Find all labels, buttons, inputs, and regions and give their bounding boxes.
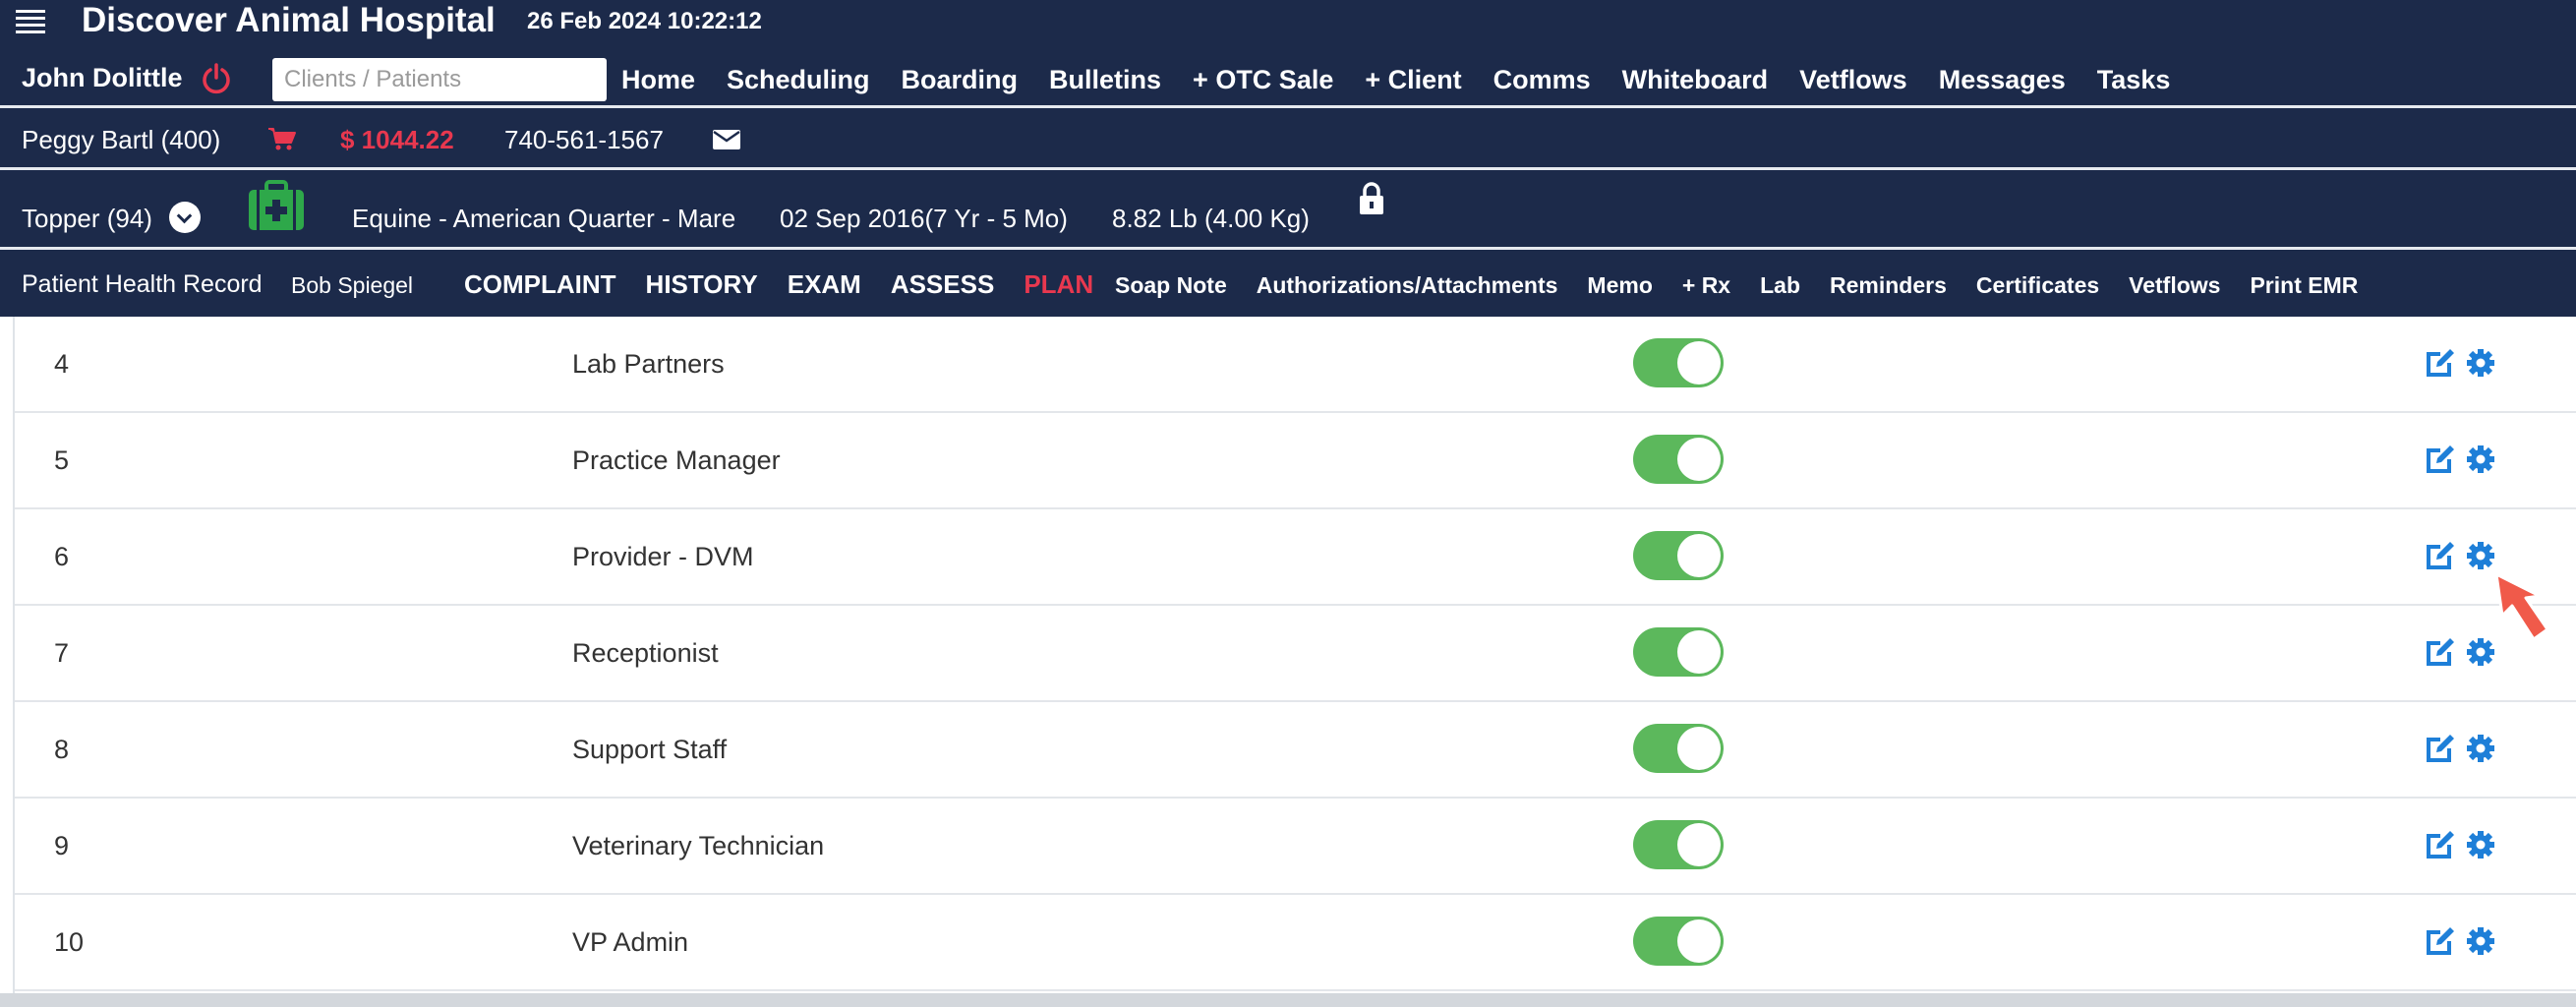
cart-icon[interactable] bbox=[267, 126, 297, 151]
table-row: 8 Support Staff bbox=[15, 702, 2576, 799]
nav-tasks[interactable]: Tasks bbox=[2097, 64, 2171, 95]
active-toggle[interactable] bbox=[1633, 820, 1724, 869]
row-number: 7 bbox=[54, 638, 70, 668]
edit-icon[interactable] bbox=[2424, 635, 2457, 669]
table-row: 7 Receptionist bbox=[15, 606, 2576, 702]
row-number: 8 bbox=[54, 735, 70, 764]
active-toggle[interactable] bbox=[1633, 917, 1724, 966]
edit-icon[interactable] bbox=[2424, 539, 2457, 572]
edit-icon[interactable] bbox=[2424, 828, 2457, 861]
role-name: Practice Manager bbox=[572, 445, 781, 475]
gear-icon[interactable] bbox=[2465, 925, 2496, 957]
link-lab[interactable]: Lab bbox=[1760, 271, 1800, 299]
gear-icon[interactable] bbox=[2465, 347, 2496, 379]
edit-icon[interactable] bbox=[2424, 346, 2457, 380]
header-row: Discover Animal Hospital 26 Feb 2024 10:… bbox=[0, 0, 2576, 44]
tab-exam[interactable]: EXAM bbox=[788, 269, 861, 299]
record-bar: Patient Health Record Bob Spiegel COMPLA… bbox=[0, 250, 2576, 317]
client-name[interactable]: Peggy Bartl (400) bbox=[22, 125, 220, 154]
client-balance: $ 1044.22 bbox=[340, 125, 454, 154]
horizontal-scrollbar[interactable] bbox=[0, 993, 2576, 1007]
medical-kit-icon[interactable] bbox=[248, 180, 305, 231]
nav-add-client[interactable]: + Client bbox=[1365, 64, 1461, 95]
role-name: Support Staff bbox=[572, 735, 728, 764]
nav-scheduling[interactable]: Scheduling bbox=[727, 64, 870, 95]
link-reminders[interactable]: Reminders bbox=[1830, 271, 1947, 299]
edit-icon[interactable] bbox=[2424, 732, 2457, 765]
app-title: Discover Animal Hospital bbox=[82, 1, 496, 39]
edit-icon[interactable] bbox=[2424, 924, 2457, 958]
nav-bulletins[interactable]: Bulletins bbox=[1049, 64, 1161, 95]
record-user: Bob Spiegel bbox=[291, 272, 414, 298]
patient-weight: 8.82 Lb (4.00 Kg) bbox=[1112, 204, 1310, 233]
nav-whiteboard[interactable]: Whiteboard bbox=[1622, 64, 1769, 95]
row-number: 9 bbox=[54, 831, 70, 860]
role-name: Provider - DVM bbox=[572, 542, 754, 571]
tab-history[interactable]: HISTORY bbox=[646, 269, 758, 299]
link-authorizations[interactable]: Authorizations/Attachments bbox=[1257, 271, 1558, 299]
link-vetflows[interactable]: Vetflows bbox=[2129, 271, 2220, 299]
role-name: Veterinary Technician bbox=[572, 831, 825, 860]
soap-tabs: COMPLAINT HISTORY EXAM ASSESS PLAN bbox=[464, 269, 1123, 299]
link-certificates[interactable]: Certificates bbox=[1976, 271, 2099, 299]
nav-row: John Dolittle Home Scheduling Boarding B… bbox=[0, 54, 2576, 103]
row-number: 10 bbox=[54, 927, 85, 957]
main-nav: Home Scheduling Boarding Bulletins + OTC… bbox=[621, 64, 2201, 95]
role-name: VP Admin bbox=[572, 927, 689, 957]
patient-dropdown-icon[interactable] bbox=[169, 202, 201, 233]
active-toggle[interactable] bbox=[1633, 724, 1724, 773]
gear-icon[interactable] bbox=[2465, 540, 2496, 571]
table-row: 4 Lab Partners bbox=[15, 317, 2576, 413]
search-input[interactable] bbox=[272, 58, 607, 101]
role-name: Lab Partners bbox=[572, 349, 725, 379]
nav-otc-sale[interactable]: + OTC Sale bbox=[1193, 64, 1333, 95]
patient-bar: Topper (94) Equine - American Quarter - … bbox=[0, 170, 2576, 247]
table-row: 6 Provider - DVM bbox=[15, 509, 2576, 606]
nav-home[interactable]: Home bbox=[621, 64, 695, 95]
hamburger-menu-icon[interactable] bbox=[16, 10, 45, 33]
user-name[interactable]: John Dolittle bbox=[22, 62, 183, 93]
gear-icon[interactable] bbox=[2465, 829, 2496, 860]
nav-vetflows[interactable]: Vetflows bbox=[1799, 64, 1907, 95]
active-toggle[interactable] bbox=[1633, 627, 1724, 677]
record-links: Soap Note Authorizations/Attachments Mem… bbox=[1115, 271, 2387, 299]
tab-plan[interactable]: PLAN bbox=[1024, 269, 1093, 299]
gear-icon[interactable] bbox=[2465, 444, 2496, 475]
table-row: 9 Veterinary Technician bbox=[15, 799, 2576, 895]
row-number: 6 bbox=[54, 542, 70, 571]
nav-comms[interactable]: Comms bbox=[1493, 64, 1591, 95]
link-soap-note[interactable]: Soap Note bbox=[1115, 271, 1227, 299]
record-label: Patient Health Record bbox=[22, 270, 263, 298]
table-row: 10 VP Admin bbox=[15, 895, 2576, 991]
tab-complaint[interactable]: COMPLAINT bbox=[464, 269, 616, 299]
patient-species: Equine - American Quarter - Mare bbox=[352, 204, 736, 233]
active-toggle[interactable] bbox=[1633, 338, 1724, 387]
active-toggle[interactable] bbox=[1633, 531, 1724, 580]
row-number: 4 bbox=[54, 349, 70, 379]
row-number: 5 bbox=[54, 445, 70, 475]
envelope-icon[interactable] bbox=[713, 130, 740, 149]
header-datetime: 26 Feb 2024 10:22:12 bbox=[527, 8, 762, 34]
table-row: 5 Practice Manager bbox=[15, 413, 2576, 509]
link-memo[interactable]: Memo bbox=[1587, 271, 1652, 299]
edit-icon[interactable] bbox=[2424, 443, 2457, 476]
mouse-pointer-icon bbox=[2494, 572, 2549, 641]
tab-assess[interactable]: ASSESS bbox=[891, 269, 995, 299]
client-phone: 740-561-1567 bbox=[504, 125, 664, 154]
roles-table: 4 Lab Partners 5 Practice Manager 6 Prov… bbox=[0, 317, 2576, 1007]
link-print-emr[interactable]: Print EMR bbox=[2250, 271, 2358, 299]
patient-name[interactable]: Topper (94) bbox=[22, 204, 152, 233]
role-name: Receptionist bbox=[572, 638, 719, 668]
patient-dob: 02 Sep 2016(7 Yr - 5 Mo) bbox=[780, 204, 1068, 233]
nav-boarding[interactable]: Boarding bbox=[902, 64, 1019, 95]
lock-icon[interactable] bbox=[1358, 182, 1385, 215]
active-toggle[interactable] bbox=[1633, 435, 1724, 484]
client-bar: Peggy Bartl (400) $ 1044.22 740-561-1567 bbox=[0, 108, 2576, 167]
gear-icon[interactable] bbox=[2465, 733, 2496, 764]
power-icon[interactable] bbox=[200, 62, 233, 95]
nav-messages[interactable]: Messages bbox=[1939, 64, 2066, 95]
link-add-rx[interactable]: + Rx bbox=[1682, 271, 1730, 299]
